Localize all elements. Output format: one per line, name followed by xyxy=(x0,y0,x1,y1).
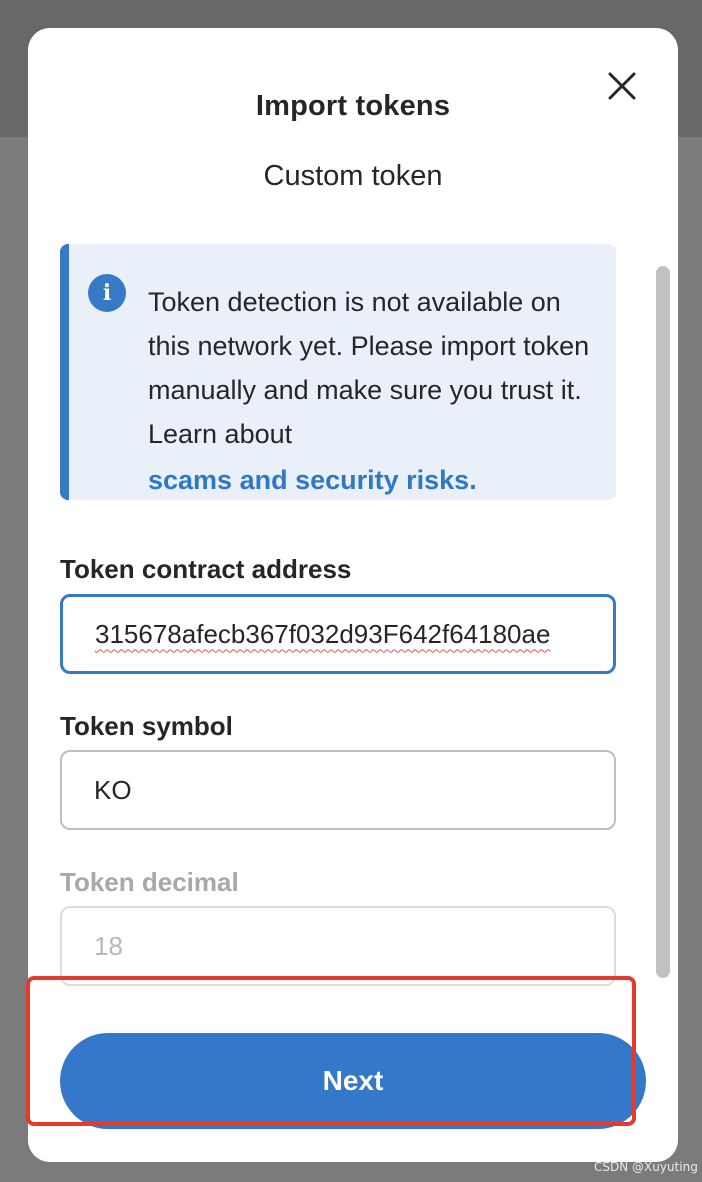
modal-title: Import tokens xyxy=(255,90,451,122)
scams-security-link[interactable]: scams and security risks. xyxy=(148,458,604,500)
banner-text: Token detection is not available on this… xyxy=(148,287,590,449)
token-address-label: Token contract address xyxy=(60,554,352,584)
token-address-value: 315678afecb367f032d93F642f64180ae xyxy=(95,618,551,649)
token-decimal-value: 18 xyxy=(94,930,123,961)
close-icon xyxy=(608,72,636,100)
token-symbol-input[interactable]: KO xyxy=(60,750,616,830)
banner-message: Token detection is not available on this… xyxy=(148,280,604,500)
token-decimal-input: 18 xyxy=(60,906,616,986)
tab-custom-token[interactable]: Custom token xyxy=(28,160,678,193)
info-icon: i xyxy=(88,274,126,312)
token-symbol-value: KO xyxy=(94,774,132,805)
highlight-annotation xyxy=(26,976,636,1126)
banner-accent-bar xyxy=(60,244,69,500)
close-button[interactable] xyxy=(602,66,642,106)
token-symbol-label: Token symbol xyxy=(60,711,233,741)
info-banner: i Token detection is not available on th… xyxy=(60,244,616,500)
watermark: CSDN @Xuyuting xyxy=(594,1160,698,1174)
scrollbar-thumb[interactable] xyxy=(656,266,670,978)
token-decimal-label: Token decimal xyxy=(60,867,239,897)
token-address-input[interactable]: 315678afecb367f032d93F642f64180ae xyxy=(60,594,616,674)
